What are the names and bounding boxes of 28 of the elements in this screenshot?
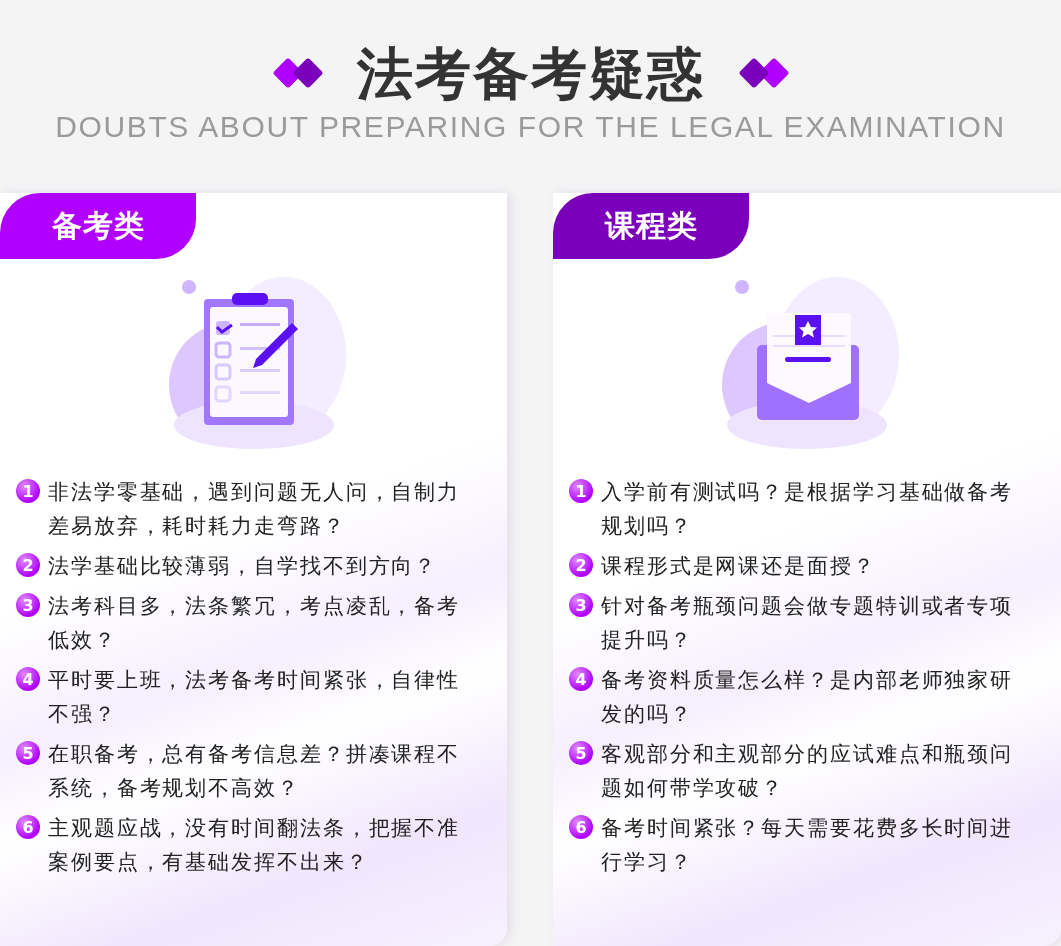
question-text: 备考资料质量怎么样？是内部老师独家研发的吗？: [601, 667, 1015, 728]
category-tag: 课程类: [553, 193, 749, 259]
question-text: 非法学零基础，遇到问题无人问，自制力差易放弃，耗时耗力走弯路？: [48, 479, 462, 540]
number-badge: 5: [569, 741, 593, 765]
question-text: 入学前有测试吗？是根据学习基础做备考规划吗？: [601, 479, 1015, 540]
number-badge: 6: [569, 815, 593, 839]
question-text: 针对备考瓶颈问题会做专题特训或者专项提升吗？: [601, 593, 1015, 654]
question-text: 课程形式是网课还是面授？: [601, 553, 877, 580]
number-badge: 4: [16, 667, 40, 691]
number-badge: 2: [569, 553, 593, 577]
page-subtitle: DOUBTS ABOUT PREPARING FOR THE LEGAL EXAMINATION: [55, 110, 1006, 144]
number-badge: 1: [569, 479, 593, 503]
number-badge: 3: [569, 593, 593, 617]
question-text: 主观题应战，没有时间翻法条，把握不准案例要点，有基础发挥不出来？: [48, 815, 462, 876]
question-text: 法学基础比较薄弱，自学找不到方向？: [48, 553, 439, 580]
question-text: 在职备考，总有备考信息差？拼凑课程不系统，备考规划不高效？: [48, 741, 462, 802]
number-badge: 4: [569, 667, 593, 691]
question-text: 客观部分和主观部分的应试难点和瓶颈问题如何带学攻破？: [601, 741, 1015, 802]
number-badge: 1: [16, 479, 40, 503]
question-text: 备考时间紧张？每天需要花费多长时间进行学习？: [601, 815, 1015, 876]
question-text: 法考科目多，法条繁冗，考点凌乱，备考低效？: [48, 593, 462, 654]
question-text: 平时要上班，法考备考时间紧张，自律性不强？: [48, 667, 462, 728]
number-badge: 6: [16, 815, 40, 839]
page-title: 法考备考疑惑: [356, 40, 705, 108]
category-tag: 备考类: [0, 193, 196, 259]
number-badge: 3: [16, 593, 40, 617]
number-badge: 5: [16, 741, 40, 765]
number-badge: 2: [16, 553, 40, 577]
